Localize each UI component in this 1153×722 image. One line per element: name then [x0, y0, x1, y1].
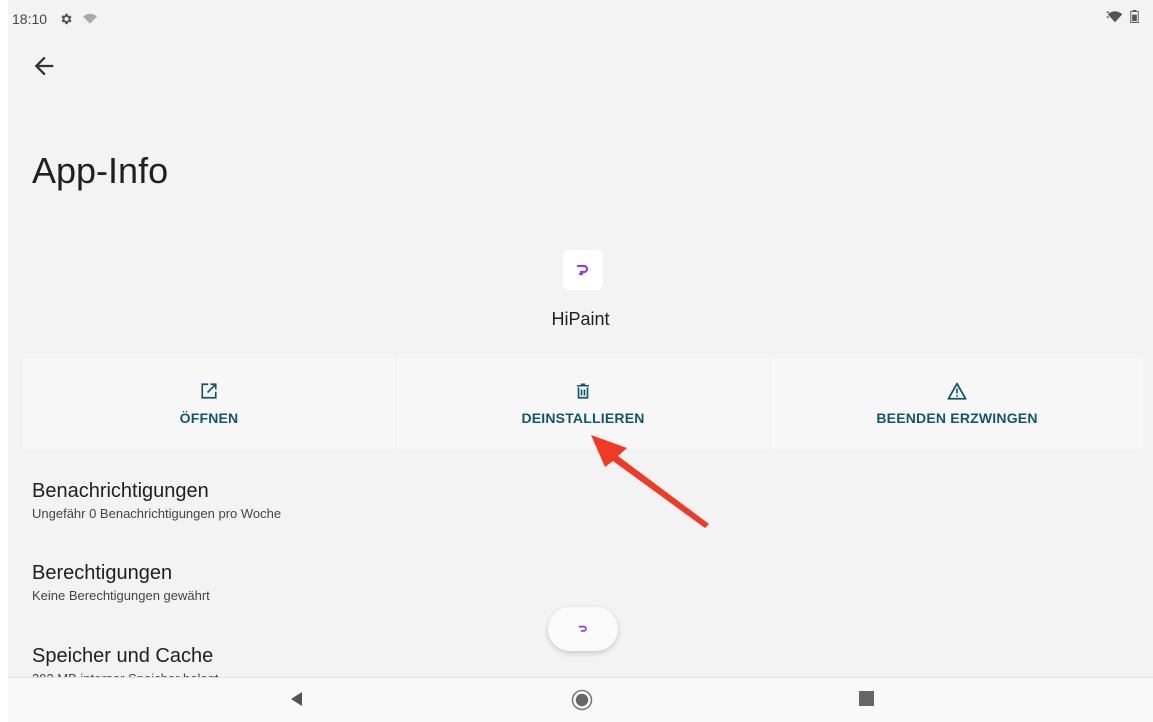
home-circle-icon: [571, 689, 593, 711]
uninstall-button[interactable]: DEINSTALLIEREN: [397, 358, 769, 449]
back-triangle-icon: [291, 692, 302, 706]
list-item-subtitle: Keine Berechtigungen gewährt: [32, 588, 210, 603]
list-item-title: Benachrichtigungen: [32, 480, 209, 502]
open-button[interactable]: ÖFFNEN: [23, 358, 395, 449]
hipaint-logo-icon: [578, 625, 587, 632]
nav-home-button[interactable]: [571, 689, 593, 716]
status-time: 18:10: [12, 11, 48, 27]
list-item-subtitle: Ungefähr 0 Benachrichtigungen pro Woche: [32, 506, 282, 521]
recents-square-icon: [859, 691, 874, 706]
wifi-icon: [83, 13, 98, 24]
open-button-label: ÖFFNEN: [179, 409, 239, 426]
settings-gear-icon: [61, 13, 72, 25]
list-item-title: Speicher und Cache: [32, 645, 214, 667]
action-bar: ÖFFNEN DEINSTALLIEREN BEENDEN ERZWINGEN: [23, 358, 1143, 449]
page-title: App-Info: [32, 150, 169, 191]
open-external-icon: [201, 382, 217, 399]
app-name: HiPaint: [551, 309, 610, 329]
list-item-notifications[interactable]: Benachrichtigungen Ungefähr 0 Benachrich…: [32, 479, 281, 521]
uninstall-button-label: DEINSTALLIEREN: [521, 409, 645, 426]
list-item-permissions[interactable]: Berechtigungen Keine Berechtigungen gewä…: [32, 561, 210, 603]
floating-app-bubble[interactable]: [548, 607, 618, 651]
nav-back-button[interactable]: [288, 690, 306, 713]
app-info-screen: 18:10 App-Info HiPaint ÖFFNEN DEINSTALLI…: [8, 0, 1153, 722]
warning-icon: [947, 382, 967, 400]
nav-recents-button[interactable]: [859, 691, 874, 711]
app-icon: [563, 250, 603, 290]
list-item-title: Berechtigungen: [32, 562, 173, 584]
status-bar: 18:10: [8, 8, 1153, 30]
trash-icon: [577, 383, 589, 399]
force-stop-button-label: BEENDEN ERZWINGEN: [876, 409, 1038, 426]
back-button[interactable]: [30, 52, 58, 80]
force-stop-button[interactable]: BEENDEN ERZWINGEN: [771, 358, 1143, 449]
arrow-back-icon: [34, 56, 54, 76]
hipaint-logo-icon: [576, 264, 589, 276]
navigation-bar: [8, 677, 1153, 722]
wifi-signal-icon: [1106, 10, 1123, 23]
battery-icon: [1130, 10, 1139, 23]
